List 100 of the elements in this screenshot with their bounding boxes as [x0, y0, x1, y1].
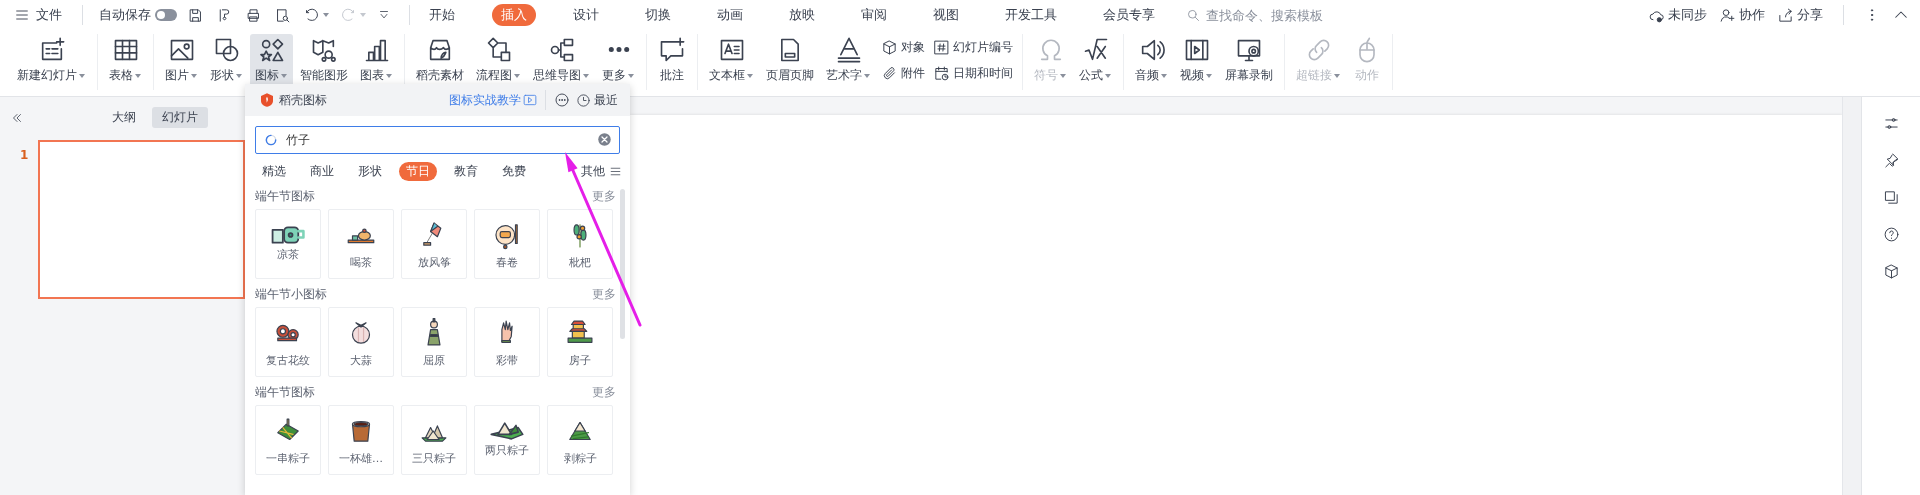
category-tab[interactable]: 商业 [303, 162, 341, 181]
ribbon-button[interactable]: 思维导图 [528, 34, 595, 88]
menu-icon [14, 7, 30, 23]
category-tab[interactable]: 形状 [351, 162, 389, 181]
ribbon-tab[interactable]: 开始 [420, 4, 464, 26]
icon-tile[interactable]: 凉茶 [255, 209, 321, 279]
collaborate-button[interactable]: 协作 [1719, 6, 1765, 24]
tutorial-link[interactable]: 图标实战教学 [449, 91, 537, 109]
more-categories-button[interactable]: 其他 [581, 163, 622, 180]
undo-icon[interactable] [303, 6, 320, 24]
icon-search-field[interactable]: 竹子 [255, 126, 620, 154]
ribbon-button[interactable]: 稻壳素材 [411, 34, 469, 88]
ribbon-button[interactable]: 表格 [104, 34, 147, 88]
icon-tile[interactable]: 剥粽子 [547, 405, 613, 475]
icon-tile[interactable]: 三只粽子 [401, 405, 467, 475]
caret-icon [1059, 71, 1067, 80]
ribbon-tab[interactable]: 会员专享 [1094, 4, 1164, 26]
panel-tab[interactable]: 大纲 [102, 107, 146, 128]
ribbon-button[interactable]: 新建幻灯片 [12, 34, 91, 88]
icon-tile[interactable]: 春卷 [474, 209, 540, 279]
ribbon-button[interactable]: 批注 [653, 34, 691, 88]
ribbon-button[interactable]: 更多 [597, 34, 640, 88]
ribbon-button[interactable]: 屏幕录制 [1220, 34, 1278, 88]
icon-tile[interactable]: 两只粽子 [474, 405, 540, 475]
ribbon-tab[interactable]: 视图 [924, 4, 968, 26]
sync-status-button[interactable]: 未同步 [1648, 6, 1707, 24]
box-icon[interactable] [1882, 263, 1900, 280]
ribbon-button[interactable]: 幻灯片编号 [930, 36, 1016, 58]
caret-icon [627, 71, 635, 80]
panel-tab[interactable]: 幻灯片 [152, 107, 208, 128]
print-icon[interactable] [245, 6, 262, 24]
caret-icon [280, 71, 288, 80]
caret-icon [1333, 71, 1341, 80]
icon-tile[interactable]: 一串粽子 [255, 405, 321, 475]
caret-icon [746, 71, 754, 80]
hash-icon [933, 38, 950, 56]
add-user-icon [1719, 6, 1736, 24]
category-tab[interactable]: 精选 [255, 162, 293, 181]
recent-button[interactable]: 最近 [576, 91, 618, 109]
share-button[interactable]: 分享 [1777, 6, 1823, 24]
icon-tile[interactable]: 一杯雄… [328, 405, 394, 475]
scrollbar-thumb[interactable] [620, 189, 625, 339]
properties-icon[interactable] [1882, 115, 1900, 132]
caret-icon [513, 71, 521, 80]
copy-icon[interactable] [1882, 189, 1900, 206]
autosave-toggle[interactable] [155, 9, 177, 21]
more-icon [607, 46, 630, 53]
icon-tile[interactable]: 大蒜 [328, 307, 394, 377]
icon-tile[interactable]: 枇杷 [547, 209, 613, 279]
section-title: 端午节图标 [255, 383, 315, 401]
search-icon [1186, 7, 1201, 23]
icon-tile[interactable]: 房子 [547, 307, 613, 377]
save-icon[interactable] [187, 6, 204, 24]
ribbon-tab[interactable]: 切换 [636, 4, 680, 26]
shapes-grid-icon [257, 36, 286, 64]
caret-icon [78, 71, 86, 80]
ribbon-tab[interactable]: 开发工具 [996, 4, 1066, 26]
icon-tile[interactable]: 复古花纹 [255, 307, 321, 377]
calendar-clock-icon [933, 64, 950, 82]
icon-tile[interactable]: 喝茶 [328, 209, 394, 279]
ribbon-button[interactable]: 日期和时间 [930, 62, 1016, 84]
ribbon-tab[interactable]: 放映 [780, 4, 824, 26]
loading-spinner-icon [264, 133, 278, 147]
command-search-field[interactable]: 查找命令、搜索模板 [1204, 6, 1368, 24]
section-title: 端午节小图标 [255, 285, 327, 303]
file-menu-button[interactable]: 文件 [10, 4, 66, 26]
ribbon-tab[interactable]: 设计 [564, 4, 608, 26]
help-icon[interactable] [1882, 226, 1900, 243]
print-preview-icon[interactable] [274, 6, 291, 24]
category-tab[interactable]: 教育 [447, 162, 485, 181]
chat-icon[interactable] [554, 92, 570, 108]
clear-icon[interactable] [597, 132, 612, 147]
icon-tile[interactable]: 屈原 [401, 307, 467, 377]
ribbon-button[interactable]: 页眉页脚 [761, 34, 819, 88]
ribbon-tab[interactable]: 审阅 [852, 4, 896, 26]
ribbon-button[interactable]: 艺术字 [821, 34, 876, 88]
icon-tile[interactable]: 放风筝 [401, 209, 467, 279]
ribbon-button[interactable]: 流程图 [471, 34, 526, 88]
ribbon-button[interactable]: 公式 [1074, 34, 1117, 88]
list-icon [609, 165, 622, 178]
caret-icon [190, 71, 198, 80]
section-title: 端午节图标 [255, 187, 315, 205]
ribbon-button[interactable]: 视频 [1175, 34, 1218, 88]
ribbon-button[interactable]: 智能图形 [295, 34, 353, 88]
ribbon-button[interactable]: 图片 [160, 34, 203, 88]
ribbon-button[interactable]: 对象 [878, 36, 928, 58]
caret-icon [1160, 71, 1168, 80]
ribbon-tab[interactable]: 动画 [708, 4, 752, 26]
category-tab[interactable]: 免费 [495, 162, 533, 181]
icon-tile[interactable]: 彩带 [474, 307, 540, 377]
ribbon-button[interactable]: 图表 [355, 34, 398, 88]
slide-thumbnail[interactable] [38, 140, 245, 299]
pin-icon[interactable] [1882, 152, 1900, 169]
ribbon-button[interactable]: 附件 [878, 62, 928, 84]
ribbon-button[interactable]: 音频 [1130, 34, 1173, 88]
share-icon [1777, 6, 1794, 24]
ribbon-button[interactable]: 文本框 [704, 34, 759, 88]
caret-icon [359, 11, 367, 19]
ribbon-button[interactable]: 形状 [205, 34, 248, 88]
comment-add-icon [658, 36, 686, 64]
